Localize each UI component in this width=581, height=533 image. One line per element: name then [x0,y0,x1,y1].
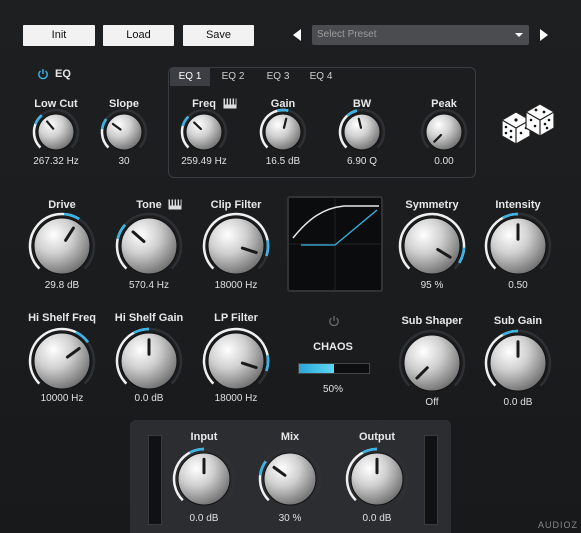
dice-randomize-icon[interactable] [498,102,558,146]
tab-eq4[interactable]: EQ 4 [301,68,341,86]
chaos-slider[interactable] [298,363,370,374]
chaos-slider-fill [299,364,334,373]
next-preset-icon[interactable] [540,29,548,41]
eq-title: EQ [55,68,71,80]
gain-knob[interactable] [258,107,308,157]
sub-shaper-label: Sub Shaper [401,315,463,327]
hi-shelf-freq-label: Hi Shelf Freq [28,312,96,324]
peak-knob[interactable] [419,107,469,157]
chaos-value: 50% [322,384,343,395]
symmetry-knob[interactable] [397,211,467,281]
sub-shaper-value: Off [425,397,439,408]
sub-gain-value: 0.0 dB [503,397,533,408]
slope-knob[interactable] [99,107,149,157]
output-meter [424,435,438,525]
freq-value: 259.49 Hz [181,156,227,167]
bw-value: 6.90 Q [346,156,378,167]
eq-power-icon[interactable] [37,68,49,80]
slope-value: 30 [118,156,130,167]
symmetry-value: 95 % [420,280,444,291]
sub-gain-knob[interactable] [483,328,553,398]
intensity-label: Intensity [495,199,541,211]
drive-value: 29.8 dB [44,280,80,291]
preset-dropdown[interactable]: Select Preset [312,25,529,45]
input-value: 0.0 dB [189,513,219,524]
mix-label: Mix [280,431,300,443]
load-button[interactable]: Load [103,25,174,46]
intensity-knob[interactable] [483,211,553,281]
chaos-power-icon[interactable] [328,315,340,327]
clip-filter-value: 18000 Hz [214,280,258,291]
input-label: Input [190,431,218,443]
sub-gain-label: Sub Gain [493,315,543,327]
mix-knob[interactable] [257,446,323,512]
init-button[interactable]: Init [23,25,95,46]
output-label: Output [358,431,396,443]
intensity-value: 0.50 [508,280,528,291]
input-meter [148,435,162,525]
gain-value: 16.5 dB [265,156,301,167]
symmetry-label: Symmetry [405,199,459,211]
tone-label: Tone [136,199,162,211]
tab-eq3[interactable]: EQ 3 [258,68,298,86]
mix-value: 30 % [278,513,302,524]
lp-filter-label: LP Filter [214,312,258,324]
hi-shelf-gain-knob[interactable] [114,326,184,396]
lp-filter-knob[interactable] [201,326,271,396]
preset-placeholder: Select Preset [317,29,377,40]
peak-value: 0.00 [434,156,454,167]
sub-shaper-knob[interactable] [397,328,467,398]
output-knob[interactable] [344,446,410,512]
hi-shelf-gain-label: Hi Shelf Gain [114,312,184,324]
chaos-label: CHAOS [313,341,353,353]
output-value: 0.0 dB [362,513,392,524]
tab-eq2[interactable]: EQ 2 [213,68,253,86]
save-button[interactable]: Save [183,25,254,46]
freq-knob[interactable] [179,107,229,157]
tab-eq1[interactable]: EQ 1 [170,68,210,86]
hi-shelf-freq-knob[interactable] [27,326,97,396]
tone-knob[interactable] [114,211,184,281]
previous-preset-icon[interactable] [293,29,301,41]
drive-label: Drive [48,199,76,211]
bw-knob[interactable] [337,107,387,157]
chevron-down-icon [515,33,523,37]
drive-knob[interactable] [27,211,97,281]
curve-display [287,196,383,292]
clip-filter-knob[interactable] [201,211,271,281]
clip-filter-label: Clip Filter [210,199,262,211]
low-cut-knob[interactable] [31,107,81,157]
watermark: AUDIOZ [538,520,579,530]
input-knob[interactable] [171,446,237,512]
tone-value: 570.4 Hz [128,280,170,291]
